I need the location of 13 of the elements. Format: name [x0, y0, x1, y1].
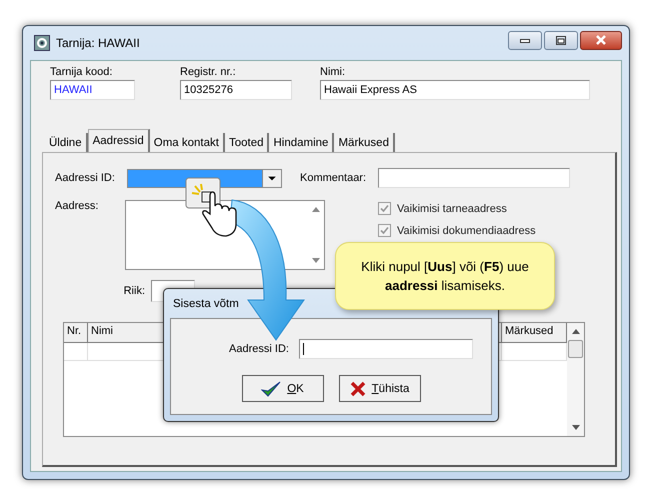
- field-label: Tarnija kood:: [50, 66, 114, 78]
- tooltip-callout: Kliki nupul [Uus] või (F5) uue aadressi lisamiseks.: [335, 242, 555, 310]
- checkbox-label: Vaikimisi tarneaadress: [397, 202, 507, 214]
- field-label: Aadress:: [55, 200, 100, 214]
- field-label: Aadressi ID:: [55, 172, 116, 184]
- checkbox-label: Vaikimisi dokumendiaadress: [397, 224, 536, 236]
- field-label: Kommentaar:: [300, 172, 368, 184]
- window-title: Tarnija: HAWAII: [56, 36, 140, 50]
- field-label: Aadressi ID:: [229, 343, 289, 355]
- field-label: Nimi:: [320, 66, 346, 78]
- field-label: Registr. nr.:: [180, 66, 237, 78]
- field-label: Riik:: [122, 285, 145, 297]
- dialog-title: Sisesta võtm: [172, 296, 239, 312]
